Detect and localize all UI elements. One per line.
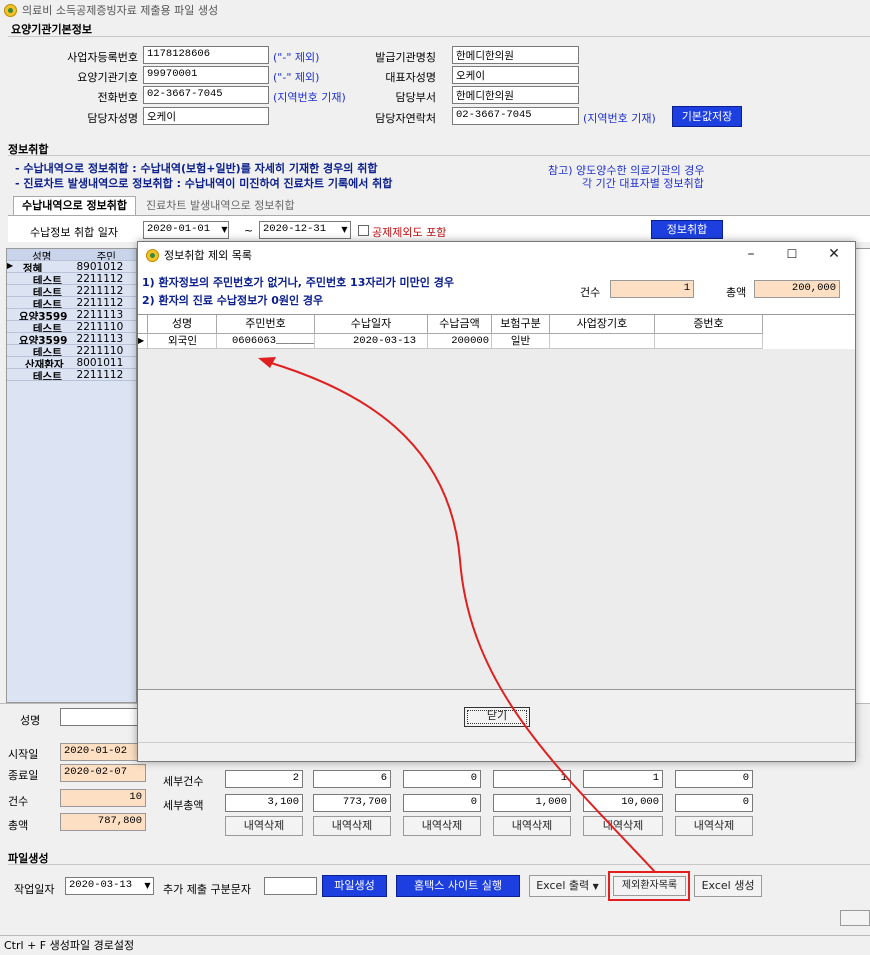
- annotation-arrow: [258, 357, 656, 873]
